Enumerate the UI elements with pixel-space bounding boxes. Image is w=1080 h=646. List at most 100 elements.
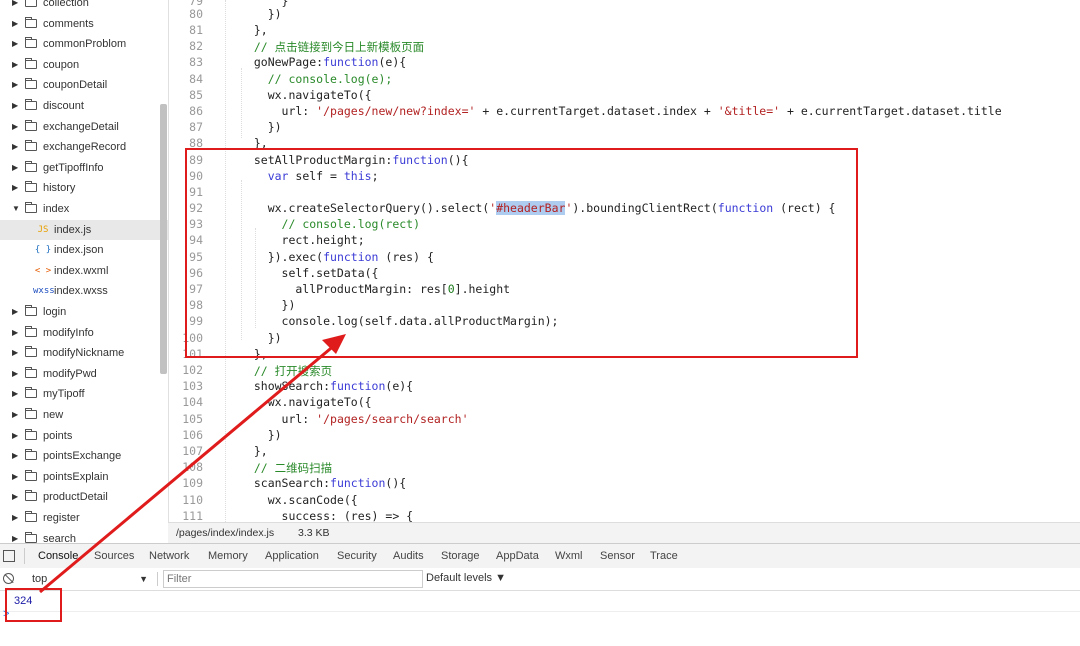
code-line: }) <box>240 120 282 134</box>
file-item[interactable]: wxss index.wxss <box>0 281 160 301</box>
folder-commonProblom[interactable]: ▶ commonProblom <box>0 34 160 54</box>
folder-coupon[interactable]: ▶ coupon <box>0 55 160 75</box>
chevron-down-icon: ▼ <box>12 204 20 213</box>
tab-application[interactable]: Application <box>265 544 319 568</box>
folder-label: discount <box>43 100 84 112</box>
line-number: 111 <box>182 509 203 522</box>
tab-wxml[interactable]: Wxml <box>555 544 583 568</box>
folder-exchangeDetail[interactable]: ▶ exchangeDetail <box>0 117 160 137</box>
chevron-right-icon: ▶ <box>12 513 19 522</box>
line-number: 80 <box>189 7 203 21</box>
folder-pointsExplain[interactable]: ▶ pointsExplain <box>0 467 160 487</box>
folder-label: modifyInfo <box>43 326 94 339</box>
file-item[interactable]: { } index.json <box>0 240 160 260</box>
line-number: 108 <box>182 460 203 474</box>
line-number: 85 <box>189 88 203 102</box>
folder-label: pointsExchange <box>43 450 122 463</box>
folder-register[interactable]: ▶ register <box>0 508 160 528</box>
chevron-right-icon: ▶ <box>12 101 19 110</box>
folder-collection[interactable]: ▶ collection <box>0 0 160 13</box>
folder-label: pointsExplain <box>43 470 109 483</box>
console-output: 324 <box>0 591 1080 612</box>
line-number: 103 <box>182 379 203 393</box>
folder-discount[interactable]: ▶ discount <box>0 96 160 116</box>
folder-icon <box>25 160 37 172</box>
code-line: // 点击链接到今日上新模板页面 <box>253 40 425 54</box>
folder-couponDetail[interactable]: ▶ couponDetail <box>0 75 160 95</box>
folder-icon <box>25 387 37 399</box>
folder-icon <box>25 99 37 110</box>
folder-label: modifyPwd <box>43 367 97 380</box>
line-number: 105 <box>182 412 203 426</box>
code-line: // 打开搜索页 <box>253 364 333 378</box>
code-line: url: '/pages/new/new?index=' + e.current… <box>240 104 1002 118</box>
tab-network[interactable]: Network <box>149 544 189 568</box>
log-levels-dropdown[interactable]: Default levels ▼ <box>426 572 506 584</box>
folder-new[interactable]: ▶ new <box>0 405 160 425</box>
folder-points[interactable]: ▶ points <box>0 426 160 446</box>
folder-label: exchangeRecord <box>43 141 127 154</box>
line-number: 87 <box>189 120 203 134</box>
file-item[interactable]: < > index.wxml <box>0 261 160 281</box>
folder-label: myTipoff <box>43 388 85 401</box>
chevron-right-icon: ▶ <box>12 121 19 131</box>
line-number: 84 <box>189 72 203 86</box>
chevron-right-icon: ▶ <box>12 39 19 49</box>
folder-history[interactable]: ▶ history <box>0 178 160 198</box>
highlight-box-code <box>185 148 858 358</box>
folder-getTipoffInfo[interactable]: ▶ getTipoffInfo <box>0 158 160 178</box>
folder-icon <box>25 428 37 440</box>
folder-modifyInfo[interactable]: ▶ modifyInfo <box>0 323 160 343</box>
folder-label: getTipoffInfo <box>43 161 104 174</box>
sidebar-scrollbar[interactable] <box>160 104 167 374</box>
chevron-right-icon: ▶ <box>12 492 19 502</box>
code-line: wx.navigateTo({ <box>240 395 372 409</box>
folder-productDetail[interactable]: ▶ productDetail <box>0 487 160 507</box>
tab-storage[interactable]: Storage <box>441 544 480 568</box>
chevron-right-icon: ▶ <box>12 410 19 419</box>
folder-icon <box>25 305 37 316</box>
code-line: goNewPage:function(e){ <box>240 55 407 69</box>
tab-audits[interactable]: Audits <box>393 544 424 568</box>
folder-search[interactable]: ▶ search <box>0 529 160 544</box>
filter-input[interactable] <box>163 570 423 588</box>
console-prompt[interactable]: > <box>0 608 1080 646</box>
folder-index[interactable]: ▼ index <box>0 199 160 219</box>
tab-sensor[interactable]: Sensor <box>600 544 635 568</box>
tab-trace[interactable]: Trace <box>650 544 678 568</box>
context-value: top <box>32 573 48 585</box>
line-number: 106 <box>182 428 203 442</box>
line-number: 83 <box>189 55 203 69</box>
folder-pointsExchange[interactable]: ▶ pointsExchange <box>0 446 160 466</box>
code-line: success: (res) => { <box>240 509 414 522</box>
tab-memory[interactable]: Memory <box>208 544 248 568</box>
folder-comments[interactable]: ▶ comments <box>0 14 160 34</box>
file-item[interactable]: JS index.js <box>0 219 168 240</box>
tab-console[interactable]: Console <box>38 544 78 568</box>
inspect-element-icon[interactable] <box>3 550 15 562</box>
folder-label: comments <box>43 17 94 30</box>
folder-myTipoff[interactable]: ▶ myTipoff <box>0 384 160 404</box>
folder-icon <box>25 366 37 378</box>
tab-sources[interactable]: Sources <box>94 544 134 568</box>
tab-appdata[interactable]: AppData <box>496 544 539 568</box>
file-label: index.json <box>54 244 104 257</box>
line-number: 110 <box>182 493 203 507</box>
folder-modifyNickname[interactable]: ▶ modifyNickname <box>0 343 160 363</box>
folder-login[interactable]: ▶ login <box>0 302 160 322</box>
line-number: 81 <box>189 23 203 37</box>
context-select[interactable]: top ▼ <box>24 571 152 587</box>
folder-modifyPwd[interactable]: ▶ modifyPwd <box>0 364 160 384</box>
folder-label: productDetail <box>43 491 108 504</box>
folder-icon <box>25 449 37 461</box>
folder-exchangeRecord[interactable]: ▶ exchangeRecord <box>0 137 160 157</box>
tab-security[interactable]: Security <box>337 544 377 568</box>
code-line: }) <box>240 7 282 21</box>
folder-icon <box>25 0 37 7</box>
devtools-tabbar: Console Sources Network Memory Application Se… <box>0 543 1080 569</box>
code-line: wx.scanCode({ <box>240 493 358 507</box>
chevron-right-icon: ▶ <box>12 471 19 481</box>
folder-icon <box>25 490 37 502</box>
file-type-icon: wxss <box>33 286 55 297</box>
folder-label: modifyNickname <box>43 347 125 360</box>
